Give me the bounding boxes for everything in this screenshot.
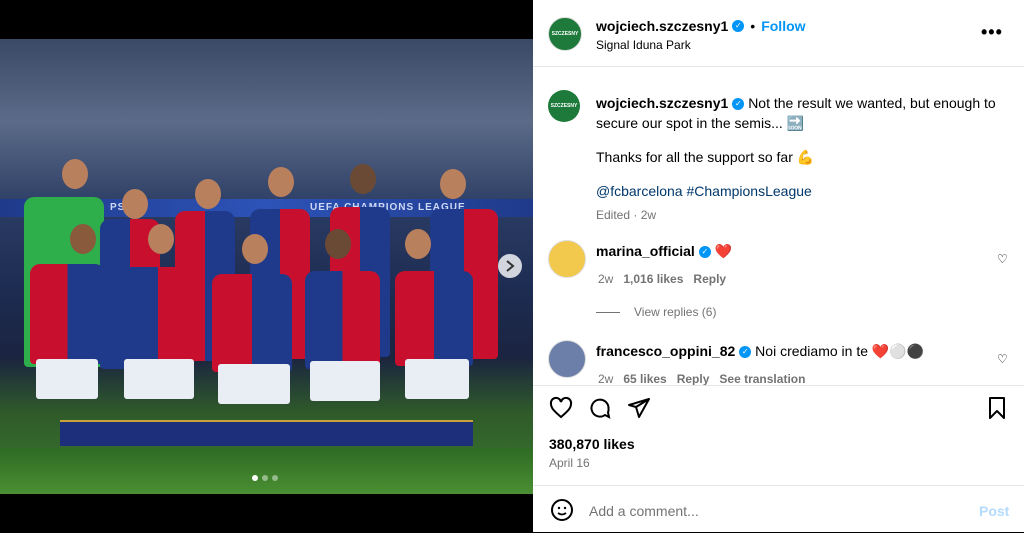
carousel-indicator xyxy=(252,475,278,481)
like-heart-icon[interactable] xyxy=(549,396,573,420)
author-username[interactable]: wojciech.szczesny1 xyxy=(596,18,728,34)
comment-text: ❤️ xyxy=(714,243,733,259)
player-head xyxy=(440,169,466,199)
verified-badge-icon: ✓ xyxy=(739,346,752,359)
player-figure xyxy=(305,271,380,369)
player-head xyxy=(268,167,294,197)
see-translation-button[interactable]: See translation xyxy=(719,372,805,386)
commenter-username[interactable]: marina_official xyxy=(596,243,695,259)
player-head xyxy=(325,229,351,259)
pitch-grass xyxy=(0,448,533,494)
chevron-right-icon xyxy=(506,260,515,272)
save-bookmark-icon[interactable] xyxy=(985,396,1009,420)
more-options-icon[interactable]: ••• xyxy=(981,22,1003,43)
comment-time: 2w xyxy=(598,372,614,386)
carousel-dot xyxy=(272,475,278,481)
player-shorts xyxy=(124,359,194,399)
player-figure xyxy=(122,267,194,367)
player-shorts xyxy=(405,359,469,399)
caption-time: 2w xyxy=(640,208,657,222)
player-head xyxy=(242,234,268,264)
verified-badge-icon: ✓ xyxy=(732,20,745,32)
edited-label: Edited xyxy=(596,208,631,222)
post-media: PS5 UEFA CHAMPIONS LEAGUE xyxy=(0,0,533,532)
carousel-dot xyxy=(262,475,268,481)
post-location[interactable]: Signal Iduna Park xyxy=(596,38,691,52)
comment-likes[interactable]: 65 likes xyxy=(623,372,666,386)
comment-like-heart-icon[interactable]: ♡ xyxy=(997,252,1008,266)
player-head xyxy=(148,224,174,254)
post-header: SZCZESNY wojciech.szczesny1 ✓ • Follow S… xyxy=(533,0,1024,67)
carousel-dot xyxy=(252,475,258,481)
player-figure xyxy=(212,274,292,372)
hashtag-link[interactable]: #ChampionsLeague xyxy=(686,183,811,199)
player-figure xyxy=(395,271,473,366)
avatar-text: SZCZESNY xyxy=(551,31,579,37)
author-avatar[interactable]: SZCZESNY xyxy=(548,17,582,51)
emoji-smiley-icon[interactable] xyxy=(550,498,574,522)
player-head xyxy=(70,224,96,254)
caption-username[interactable]: wojciech.szczesny1 xyxy=(596,95,728,111)
reply-button[interactable]: Reply xyxy=(677,372,710,386)
view-replies-button[interactable]: View replies (6) xyxy=(596,305,716,319)
player-head xyxy=(62,159,88,189)
avatar-text: SZCZESNY xyxy=(550,103,578,109)
commenter-username[interactable]: francesco_oppini_82 xyxy=(596,343,735,359)
player-head xyxy=(122,189,148,219)
player-shorts xyxy=(310,361,380,401)
player-head xyxy=(350,164,376,194)
mention-link[interactable]: @fcbarcelona xyxy=(596,183,683,199)
share-send-icon[interactable] xyxy=(627,396,651,420)
player-head xyxy=(195,179,221,209)
player-figure xyxy=(30,264,105,364)
player-shorts xyxy=(218,364,290,404)
view-replies-label: View replies (6) xyxy=(634,305,717,319)
commenter-avatar[interactable] xyxy=(548,240,586,278)
post-comment-button[interactable]: Post xyxy=(979,503,1009,519)
caption-author-avatar[interactable]: SZCZESNY xyxy=(548,90,580,122)
post-actions-bar xyxy=(533,385,1024,431)
post-side-panel: SZCZESNY wojciech.szczesny1 ✓ • Follow S… xyxy=(533,0,1024,532)
caption-text-line2: Thanks for all the support so far xyxy=(596,149,793,165)
player-head xyxy=(405,229,431,259)
commenter-avatar[interactable] xyxy=(548,340,586,378)
verified-badge-icon: ✓ xyxy=(698,246,711,259)
club-crest-platform xyxy=(60,420,473,446)
flex-emoji: 💪 xyxy=(796,149,815,165)
post-date: April 16 xyxy=(549,456,590,470)
replies-line xyxy=(596,311,620,313)
team-photo: PS5 UEFA CHAMPIONS LEAGUE xyxy=(0,39,533,494)
reply-button[interactable]: Reply xyxy=(693,272,726,286)
comment-like-heart-icon[interactable]: ♡ xyxy=(997,352,1008,366)
add-comment-input[interactable] xyxy=(587,498,971,524)
comment-bubble-icon[interactable] xyxy=(588,396,612,420)
add-comment-bar: Post xyxy=(533,485,1024,533)
follow-button[interactable]: Follow xyxy=(761,18,805,34)
verified-badge-icon: ✓ xyxy=(732,98,745,111)
soon-emoji: 🔜 xyxy=(786,115,805,131)
player-shorts xyxy=(36,359,98,399)
separator: • xyxy=(750,18,756,34)
comment-likes[interactable]: 1,016 likes xyxy=(623,272,683,286)
carousel-next-button[interactable] xyxy=(498,254,522,278)
comment-text: Noi crediamo in te ❤️⚪⚫ xyxy=(755,343,925,359)
comment-time: 2w xyxy=(598,272,614,286)
likes-count[interactable]: 380,870 likes xyxy=(549,436,635,452)
